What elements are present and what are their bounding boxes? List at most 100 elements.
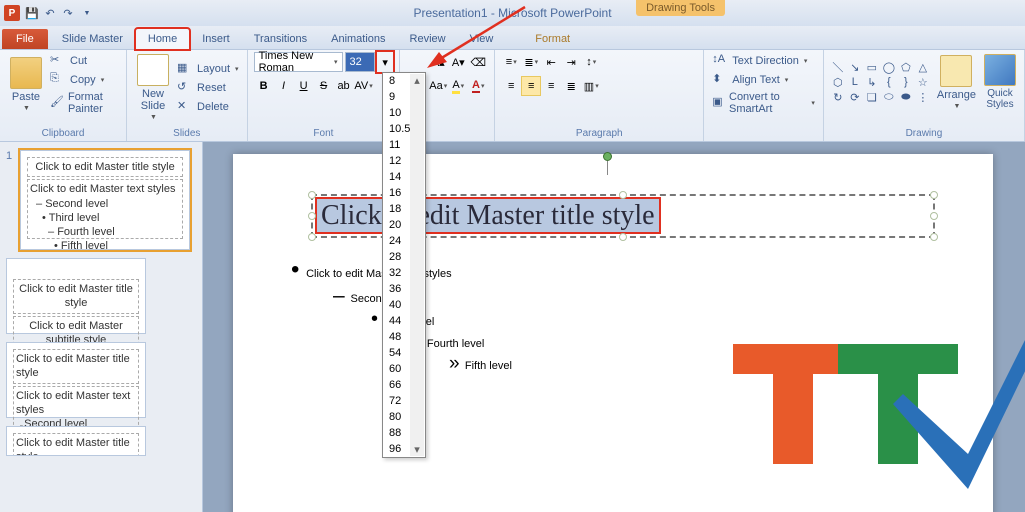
layout-icon: ▦ [177,61,193,77]
align-text-button[interactable]: ⬍Align Text▾ [710,71,817,89]
tab-transitions[interactable]: Transitions [242,29,319,49]
reset-button[interactable]: ↺Reset [175,79,241,97]
inc-indent-button[interactable]: ⇥ [561,52,581,72]
char-spacing-button[interactable]: AV▾ [354,76,374,96]
paste-icon [10,57,42,89]
tab-file[interactable]: File [2,29,48,49]
shapes-more-button[interactable]: ⋮ [915,90,931,104]
strikethrough-button[interactable]: S [314,76,334,96]
tab-home[interactable]: Home [135,28,190,50]
handle-tm[interactable] [619,191,627,199]
group-font: Times New Roman▾ 32 ▾ B I U S ab AV▾ Fon… [248,50,401,141]
group-drawing: ＼↘▭◯⬠△ ⬡L↳{}☆ ↻⟳❏⬭⬬⋮ Arrange ▼ Quick Sty… [824,50,1025,141]
rotate-handle[interactable] [603,152,612,175]
dec-indent-button[interactable]: ⇤ [541,52,561,72]
text-direction-button[interactable]: ↕AText Direction▾ [710,52,817,70]
handle-tr[interactable] [930,191,938,199]
font-color-button[interactable]: A▾ [468,76,488,96]
group-label-clipboard: Clipboard [6,128,120,140]
font-size-dropdown[interactable]: 891010.511121416182024283236404448546066… [382,72,426,458]
scrollbar[interactable]: ▴▾ [410,74,424,456]
align-left-button[interactable]: ≡ [501,76,521,96]
bullets-button[interactable]: ≡▾ [501,52,521,72]
numbering-button[interactable]: ≣▾ [521,52,541,72]
quick-styles-label: Quick Styles [986,88,1013,110]
columns-button[interactable]: ▥▾ [581,76,601,96]
handle-bl[interactable] [308,233,316,241]
thumb-master[interactable]: Click to edit Master title style Click t… [20,150,190,250]
redo-icon[interactable]: ↷ [60,5,76,21]
italic-button[interactable]: I [274,76,294,96]
scissors-icon: ✂ [50,53,66,69]
thumb-layout-3[interactable]: Click to edit Master title style [6,426,146,456]
copy-icon: ⎘ [50,72,66,88]
format-painter-button[interactable]: 🖌Format Painter [48,90,120,116]
copy-button[interactable]: ⎘Copy▾ [48,71,120,89]
tab-animations[interactable]: Animations [319,29,397,49]
chevron-down-icon: ▼ [23,105,30,112]
tab-slide-master[interactable]: Slide Master [50,29,135,49]
handle-br[interactable] [930,233,938,241]
align-right-button[interactable]: ≡ [541,76,561,96]
slide-master: Click to edit Master title style • Click… [233,154,993,512]
arrange-icon [940,55,972,87]
align-center-button[interactable]: ≡ [521,76,541,96]
title-bar: P 💾 ↶ ↷ ▼ Presentation1 - Microsoft Powe… [0,0,1025,26]
cut-button[interactable]: ✂Cut [48,52,120,70]
ribbon: Paste ▼ ✂Cut ⎘Copy▾ 🖌Format Painter Clip… [0,50,1025,142]
save-icon[interactable]: 💾 [24,5,40,21]
smartart-icon: ▣ [712,95,725,111]
quick-access-toolbar: 💾 ↶ ↷ ▼ [24,5,95,21]
convert-smartart-button[interactable]: ▣Convert to SmartArt▾ [710,90,817,116]
work-area: 1 Click to edit Master title style Click… [0,142,1025,512]
context-tab-drawing-tools: Drawing Tools [636,0,725,16]
thumb-number: 1 [6,150,16,250]
styles-icon [984,54,1016,86]
tab-insert[interactable]: Insert [190,29,242,49]
logo-image [723,314,1025,494]
tab-view[interactable]: View [458,29,506,49]
arrange-button[interactable]: Arrange ▼ [933,53,980,112]
shrink-font-button[interactable]: A▾ [448,52,468,72]
layout-button[interactable]: ▦Layout▾ [175,60,241,78]
qat-more-icon[interactable]: ▼ [79,5,95,21]
thumb-layout-2[interactable]: Click to edit Master title style Click t… [6,342,146,418]
group-label-paragraph: Paragraph [501,128,697,140]
font-name-select[interactable]: Times New Roman▾ [254,52,343,72]
shadow-button[interactable]: ab [334,76,354,96]
change-case-button[interactable]: Aa▾ [428,76,448,96]
thumb-layout-1[interactable]: Click to edit Master title style Click t… [6,258,146,334]
line-spacing-button[interactable]: ↕▾ [581,52,601,72]
shapes-gallery[interactable]: ＼↘▭◯⬠△ ⬡L↳{}☆ ↻⟳❏⬭⬬⋮ [830,60,931,104]
tab-format[interactable]: Format [523,29,582,49]
font-size-select[interactable]: 32 [345,52,376,72]
handle-ml[interactable] [308,212,316,220]
slide-canvas[interactable]: Click to edit Master title style • Click… [203,142,1025,512]
text-direction-icon: ↕A [712,53,728,69]
underline-button[interactable]: U [294,76,314,96]
group-label-slides: Slides [133,128,241,140]
window-title: Presentation1 - Microsoft PowerPoint [413,6,611,20]
highlight-button[interactable]: A▾ [448,76,468,96]
delete-icon: ✕ [177,99,193,115]
arrange-label: Arrange [937,89,976,101]
delete-button[interactable]: ✕Delete [175,98,241,116]
grow-font-button[interactable]: A▴ [428,52,448,72]
undo-icon[interactable]: ↶ [42,5,58,21]
handle-bm[interactable] [619,233,627,241]
bold-button[interactable]: B [254,76,274,96]
font-size-dropdown-button[interactable]: ▾ [377,52,393,72]
handle-tl[interactable] [308,191,316,199]
handle-mr[interactable] [930,212,938,220]
group-label-font: Font [254,128,394,140]
paste-label: Paste [12,91,40,103]
new-slide-button[interactable]: New Slide ▼ [133,52,173,123]
clear-format-button[interactable]: ⌫ [468,52,488,72]
title-text[interactable]: Click to edit Master title style [317,199,659,232]
quick-styles-button[interactable]: Quick Styles [982,52,1018,112]
justify-button[interactable]: ≣ [561,76,581,96]
group-text-options: ↕AText Direction▾ ⬍Align Text▾ ▣Convert … [704,50,824,141]
slide-thumbnails-pane[interactable]: 1 Click to edit Master title style Click… [0,142,203,512]
tab-review[interactable]: Review [398,29,458,49]
paste-button[interactable]: Paste ▼ [6,55,46,114]
